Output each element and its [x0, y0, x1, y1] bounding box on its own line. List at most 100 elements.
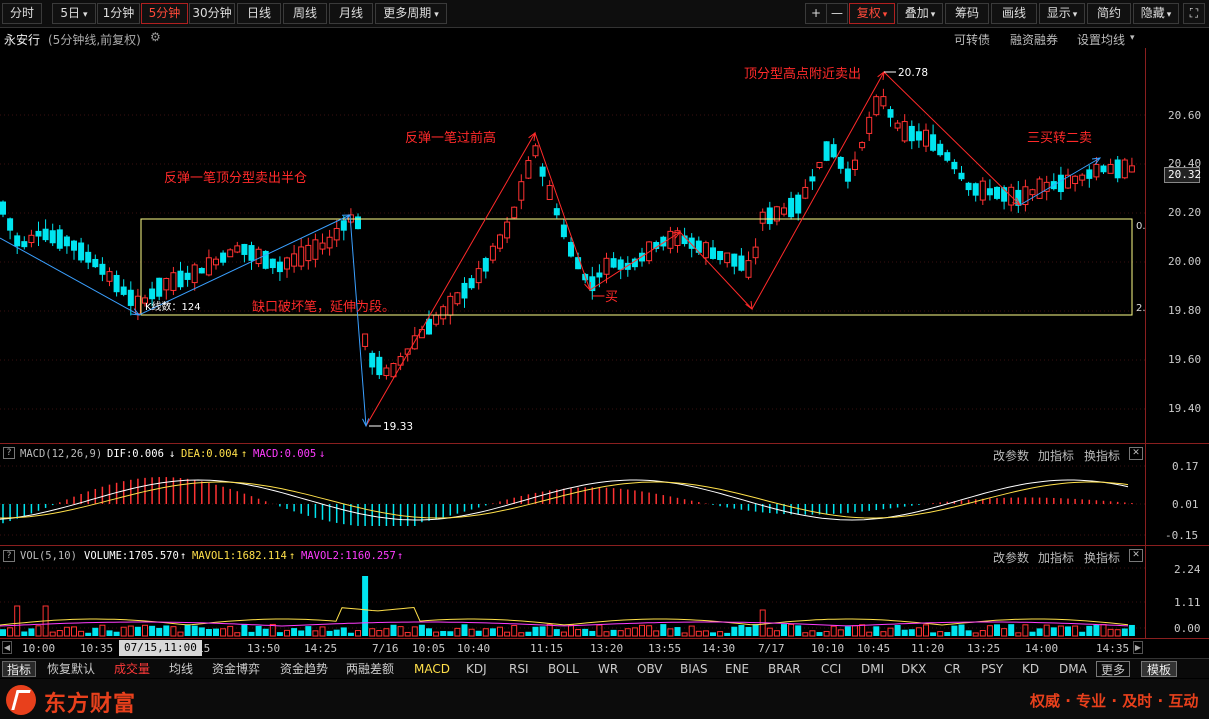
tab-boll[interactable]: BOLL [548, 661, 579, 677]
volume-bar [369, 628, 376, 637]
tab-cr[interactable]: CR [944, 661, 961, 677]
adjust-rights-dropdown[interactable]: 复权 ▾ [849, 3, 895, 24]
fullscreen-icon[interactable]: ⛶ [1183, 3, 1205, 24]
chart-canvas[interactable]: 反弹一笔顶分型卖出半仓 反弹一笔过前高 顶分型高点附近卖出 三买转二卖 缺口破坏… [0, 48, 1209, 658]
tab-kd[interactable]: KD [1022, 661, 1039, 677]
period-tab-daily[interactable]: 日线 [237, 3, 281, 24]
period-tab-30min[interactable]: 30分钟 [189, 3, 235, 24]
more-periods-dropdown[interactable]: 更多周期 ▾ [375, 3, 447, 24]
candle-body [156, 277, 163, 297]
arrow-up-icon: ↑ [289, 550, 296, 562]
analysis-strokes [0, 70, 1102, 428]
help-icon[interactable]: ? [3, 550, 15, 562]
hide-dropdown[interactable]: 隐藏 ▾ [1133, 3, 1179, 24]
tab-dkx[interactable]: DKX [901, 661, 926, 677]
chips-button[interactable]: 筹码 [945, 3, 989, 24]
volume-bar [355, 630, 361, 637]
period-tab-timeshare[interactable]: 分时 [2, 3, 42, 24]
tab-rsi[interactable]: RSI [509, 661, 529, 677]
close-icon[interactable]: ✕ [1129, 549, 1143, 562]
chevron-down-icon: ▾ [882, 10, 888, 20]
convertible-bond-link[interactable]: 可转债 [954, 31, 990, 48]
brand-name: 东方财富 [44, 692, 137, 717]
candle-body [908, 125, 915, 142]
period-tab-monthly[interactable]: 月线 [329, 3, 373, 24]
candle-body [56, 229, 63, 249]
volume-bar [85, 632, 92, 636]
tab-capital-trend[interactable]: 资金趋势 [280, 661, 328, 677]
volume-bar [823, 630, 830, 637]
simple-mode-button[interactable]: 简约 [1087, 3, 1131, 24]
volume-bar [78, 630, 85, 637]
edit-params-button[interactable]: 改参数 [993, 549, 1029, 566]
tab-ene[interactable]: ENE [725, 661, 749, 677]
draw-line-button[interactable]: 画线 [991, 3, 1037, 24]
toolbar: 分时 5日 ▾ 1分钟 5分钟 30分钟 日线 周线 月线 更多周期 ▾ + — 复… [0, 0, 1209, 28]
period-tab-weekly[interactable]: 周线 [283, 3, 327, 24]
candle-body [85, 251, 92, 263]
tab-dmi[interactable]: DMI [861, 661, 884, 677]
switch-indicator-button[interactable]: 换指标 [1084, 447, 1120, 464]
candle-body [163, 277, 170, 291]
tab-dma[interactable]: DMA [1059, 661, 1087, 677]
help-icon[interactable]: ? [3, 447, 15, 459]
candle-body [92, 258, 99, 268]
period-tab-5day[interactable]: 5日 ▾ [52, 3, 96, 24]
margin-trading-link[interactable]: 融资融券 [1010, 31, 1058, 48]
mavol2-value: MAVOL2:1160.257 [301, 550, 396, 562]
volume-bar [667, 628, 674, 637]
tab-ma[interactable]: 均线 [169, 661, 193, 677]
candle-body [930, 134, 937, 151]
tab-volume[interactable]: 成交量 [114, 661, 150, 677]
scroll-left-icon[interactable]: ◀ [2, 641, 12, 654]
scroll-right-icon[interactable]: ▶ [1133, 641, 1143, 654]
tab-brar[interactable]: BRAR [768, 661, 801, 677]
add-indicator-button[interactable]: 加指标 [1038, 549, 1074, 566]
gear-icon[interactable]: ⚙ [150, 30, 161, 44]
tab-indicators[interactable]: 指标 [2, 661, 37, 677]
zoom-in-button[interactable]: + [805, 3, 827, 24]
tab-obv[interactable]: OBV [637, 661, 663, 677]
candle-body [248, 245, 255, 261]
tab-template[interactable]: 模板 [1141, 661, 1178, 677]
zoom-out-button[interactable]: — [826, 3, 848, 24]
period-tab-5min[interactable]: 5分钟 [141, 3, 188, 24]
tab-kdj[interactable]: KDJ [466, 661, 487, 677]
candle-body [447, 295, 454, 316]
candle-body [731, 253, 738, 267]
tab-capital-game[interactable]: 资金博弈 [212, 661, 260, 677]
macd-tick: 0.01 [1172, 498, 1199, 511]
close-icon[interactable]: ✕ [1129, 447, 1143, 460]
volume-bar [7, 627, 14, 637]
candle-body [788, 197, 795, 218]
tab-margin-diff[interactable]: 两融差额 [346, 661, 394, 677]
tab-bias[interactable]: BIAS [680, 661, 708, 677]
volume-bar [106, 630, 113, 636]
tab-wr[interactable]: WR [598, 661, 618, 677]
add-indicator-button[interactable]: 加指标 [1038, 447, 1074, 464]
switch-indicator-button[interactable]: 换指标 [1084, 549, 1120, 566]
tab-more[interactable]: 更多 [1096, 661, 1131, 677]
volume-bar [14, 605, 21, 637]
tab-cci[interactable]: CCI [821, 661, 841, 677]
overlay-dropdown[interactable]: 叠加 ▾ [897, 3, 943, 24]
tab-restore-default[interactable]: 恢复默认 [47, 661, 95, 677]
candle-body [532, 145, 539, 157]
macd-name: MACD(12,26,9) [20, 448, 103, 460]
candle-body [518, 181, 525, 201]
volume-bar [1065, 626, 1071, 636]
candle-body [71, 240, 77, 251]
volume-bar [1008, 624, 1015, 636]
ma-settings-link[interactable]: 设置均线 [1077, 31, 1125, 48]
candle-body [312, 239, 319, 260]
tab-macd[interactable]: MACD [414, 661, 450, 677]
period-tab-1min[interactable]: 1分钟 [97, 3, 140, 24]
volume-bar [731, 626, 738, 636]
display-dropdown[interactable]: 显示 ▾ [1039, 3, 1085, 24]
edit-params-button[interactable]: 改参数 [993, 447, 1029, 464]
price-tick: 20.00 [1168, 255, 1202, 268]
tab-psy[interactable]: PSY [981, 661, 1003, 677]
panel-divider [0, 545, 1209, 546]
volume-bar [284, 629, 290, 637]
macd-value: MACD:0.005 [253, 448, 317, 460]
